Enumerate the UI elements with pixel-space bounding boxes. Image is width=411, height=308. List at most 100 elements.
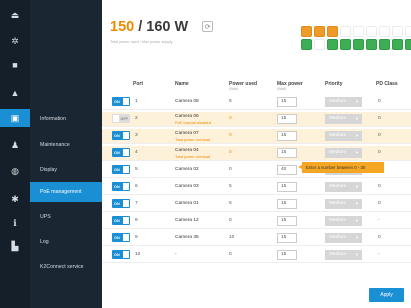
max-power-input[interactable]: 15 (277, 131, 297, 141)
port-indicator-top-3 (327, 26, 338, 37)
max-power-input[interactable]: 15 (277, 199, 297, 209)
max-power-input[interactable]: 40 (277, 165, 297, 175)
priority-select[interactable]: Medium ▼ (325, 233, 362, 243)
toggle-label: ON (114, 201, 120, 206)
table-row: ON 4 Camera 04 Total power overload 0 15 Mediu… (102, 146, 411, 161)
priority-value: Medium (329, 150, 347, 155)
power-used: 0 (229, 252, 232, 257)
port-number: 4 (135, 150, 138, 155)
port-indicator-top-1 (301, 26, 312, 37)
toggle-label: ON (114, 150, 120, 155)
menu-item-label: PoE management (40, 189, 82, 195)
max-power-input[interactable]: 15 (277, 148, 297, 158)
priority-value: Medium (329, 99, 347, 104)
poe-port-toggle[interactable]: ON (112, 233, 130, 242)
menu-item-maintenance[interactable]: Maintenance (30, 135, 102, 155)
logout-icon[interactable]: ⏏ (0, 6, 30, 24)
toggle-label: ON (114, 184, 120, 189)
poe-port-toggle[interactable]: ON (112, 250, 130, 259)
max-power-input[interactable]: 15 (277, 216, 297, 226)
toggle-label: ON (114, 99, 120, 104)
poe-port-toggle[interactable]: ON (112, 131, 130, 140)
poe-port-toggle[interactable]: ON (112, 165, 130, 174)
menu-item-k2connect-service[interactable]: K2Connect service (30, 257, 102, 277)
port-number: 3 (135, 133, 138, 138)
col-port[interactable]: Port (133, 81, 143, 87)
table-row: ON 1 Camera 08 5 15 Medium ▼ 0 (102, 95, 411, 110)
port-number: 10 (135, 252, 141, 257)
network-icon[interactable]: ✱ (0, 190, 30, 208)
table-row: ON 9 Camera 35 10 15 Medium ▼ 0 (102, 231, 411, 246)
priority-value: Medium (329, 218, 347, 223)
priority-select[interactable]: Medium ▼ (325, 216, 362, 226)
power-on-legend-label: Power in use (307, 64, 330, 65)
port-indicator-top-7 (379, 26, 390, 37)
poe-port-toggle[interactable]: OFF (112, 114, 130, 123)
toggle-knob (123, 132, 129, 139)
chevron-down-icon: ▼ (355, 99, 359, 104)
chevron-down-icon: ▼ (355, 218, 359, 223)
col-name[interactable]: Name (175, 81, 189, 87)
system-icon[interactable]: ▣ (0, 109, 30, 127)
port-number: 6 (135, 184, 138, 189)
port-indicator-top-8 (392, 26, 403, 37)
poe-port-toggle[interactable]: ON (112, 199, 130, 208)
user-icon[interactable]: ♟ (0, 136, 30, 154)
priority-select[interactable]: Medium ▼ (325, 250, 362, 260)
chevron-down-icon: ▼ (355, 235, 359, 240)
power-used: 5 (229, 99, 232, 104)
port-indicator-top-9 (405, 26, 411, 37)
pd-class: 0 (378, 116, 381, 121)
poe-port-toggle[interactable]: ON (112, 216, 130, 225)
pd-class: 0 (378, 133, 381, 138)
priority-select[interactable]: Medium ▼ (325, 148, 362, 158)
max-power-input[interactable]: 15 (277, 233, 297, 243)
info-icon[interactable]: ℹ (0, 214, 30, 232)
alert-icon[interactable]: ▲ (0, 84, 30, 102)
menu-item-ups[interactable]: UPS (30, 207, 102, 227)
power-used: 0 (229, 150, 232, 155)
port-indicator-bottom-2 (314, 39, 325, 50)
priority-select[interactable]: Medium ▼ (325, 199, 362, 209)
refresh-icon[interactable]: ⟳ (202, 21, 213, 32)
power-budget: 150 / 160 W (110, 19, 188, 35)
database-icon[interactable]: ◍ (0, 162, 30, 180)
menu-item-display[interactable]: Display (30, 160, 102, 180)
poe-port-toggle[interactable]: ON (112, 182, 130, 191)
icon-rail: ⏏ ✲ ■ ▲ ▣ ♟ ◍ ✱ ℹ ▙ (0, 0, 30, 308)
poe-port-toggle[interactable]: ON (112, 148, 130, 157)
max-power-input[interactable]: 15 (277, 97, 297, 107)
toggle-knob (123, 149, 129, 156)
menu-item-label: UPS (40, 214, 51, 220)
col-priority[interactable]: Priority (325, 81, 343, 87)
device-name: Camera 12 (175, 218, 199, 223)
poe-port-toggle[interactable]: ON (112, 97, 130, 106)
max-power-input[interactable]: 15 (277, 114, 297, 124)
port-indicator-bottom-6 (366, 39, 377, 50)
port-error-message: Total power overload (175, 154, 211, 159)
menu-item-label: Display (40, 167, 58, 173)
table-header: Port Name Power used (Watt) Max power (W… (102, 74, 411, 94)
toggle-knob (123, 200, 129, 207)
factory-icon[interactable]: ▙ (0, 237, 30, 255)
toggle-knob (123, 98, 129, 105)
max-power-input[interactable]: 15 (277, 182, 297, 192)
power-used-value: 150 (110, 19, 135, 35)
device-name: Camera 02 (175, 167, 199, 172)
max-power-input[interactable]: 15 (277, 250, 297, 260)
port-indicator-bottom-8 (392, 39, 403, 50)
port-error-message: PoE manual disabled (175, 120, 211, 125)
menu-item-information[interactable]: Information (30, 109, 102, 129)
col-pd-class[interactable]: PD Class (376, 81, 398, 87)
apply-button[interactable]: Apply (369, 288, 404, 302)
gear-icon[interactable]: ✲ (0, 32, 30, 50)
priority-select[interactable]: Medium ▼ (325, 114, 362, 124)
priority-select[interactable]: Medium ▼ (325, 131, 362, 141)
menu-item-poe-management[interactable]: PoE management (30, 182, 102, 202)
camera-icon[interactable]: ■ (0, 56, 30, 74)
port-indicator-bottom-5 (353, 39, 364, 50)
priority-value: Medium (329, 235, 347, 240)
priority-select[interactable]: Medium ▼ (325, 97, 362, 107)
menu-item-log[interactable]: Log (30, 232, 102, 252)
priority-select[interactable]: Medium ▼ (325, 182, 362, 192)
